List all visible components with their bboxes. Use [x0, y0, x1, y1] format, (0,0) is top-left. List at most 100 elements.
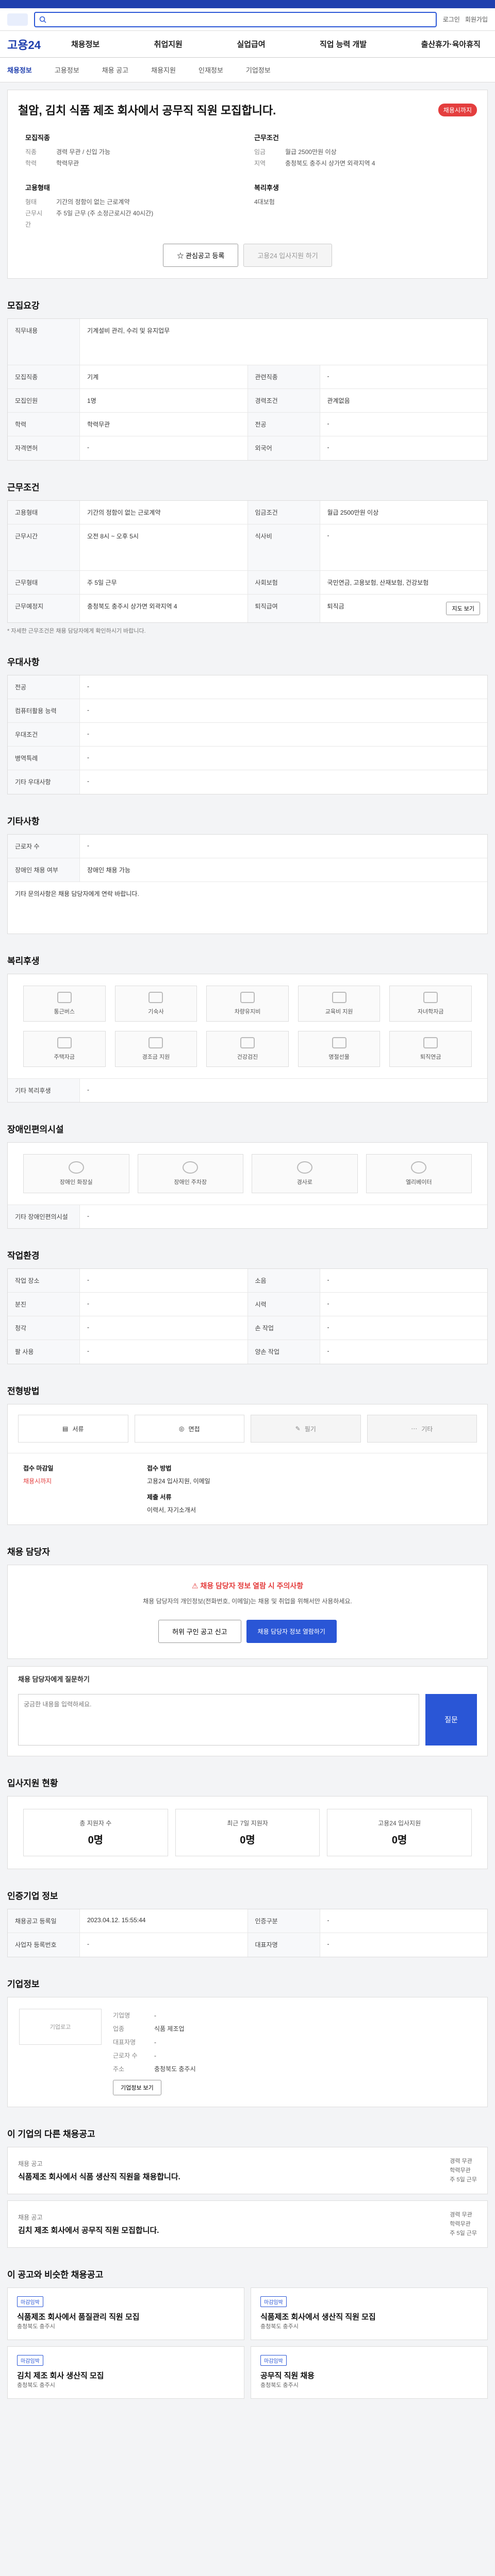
table-header: 기타 복리후생	[8, 1079, 80, 1102]
table-cell: -	[80, 1293, 248, 1316]
gnb-item[interactable]: 취업지원	[154, 39, 183, 49]
gnb-item[interactable]: 직업 능력 개발	[320, 39, 367, 49]
table-header: 학력	[8, 413, 80, 436]
search-icon[interactable]	[39, 16, 46, 23]
recommend-card[interactable]: 마감임박 식품제조 회사에서 품질관리 직원 모집 충청북도 충주시	[7, 2287, 244, 2340]
table-cell: -	[327, 444, 329, 451]
view-contact-button[interactable]: 채용 담당자 정보 열람하기	[246, 1620, 337, 1643]
qa-submit-button[interactable]: 질문	[425, 1694, 477, 1745]
section-title: 입사지원 현황	[7, 1778, 58, 1788]
benefit-label: 차량유지비	[234, 1009, 261, 1015]
related-card[interactable]: 채용 공고 김치 제조 회사에서 공무직 직원 모집합니다. 경력 무관 학력무관 주…	[7, 2200, 488, 2248]
table-header: 근무예정지	[8, 595, 80, 622]
gnb-menu: 채용정보 취업지원 실업급여 직업 능력 개발 출산휴가·육아휴직	[64, 39, 488, 49]
conditions-note: * 자세한 근무조건은 채용 담당자에게 확인하시기 바랍니다.	[7, 628, 146, 634]
bus-icon	[57, 992, 72, 1003]
other-table: 근로자 수- 장애인 채용 여부 장애인 채용 가능 기타 문의사항은 채용 담당…	[7, 834, 488, 934]
recommend-card[interactable]: 마감임박 식품제조 회사에서 생산직 직원 모집 충청북도 충주시	[251, 2287, 488, 2340]
star-icon: ☆	[177, 252, 186, 260]
report-button[interactable]: 허위 구인 공고 신고	[158, 1620, 241, 1643]
company-info-button[interactable]: 기업정보 보기	[113, 2080, 161, 2095]
section-title: 작업환경	[7, 1251, 40, 1261]
recommend-card[interactable]: 마감임박 김치 제조 회사 생산직 모집 충청북도 충주시	[7, 2346, 244, 2399]
table-header: 퇴직급여	[248, 595, 320, 622]
company-key: 대표자명	[113, 2039, 136, 2046]
summary-value: 학력무관	[56, 160, 79, 167]
subnav-item[interactable]: 고용정보	[55, 65, 79, 75]
brand-name[interactable]: 고용24	[7, 36, 64, 53]
gnb-item[interactable]: 채용정보	[71, 39, 100, 49]
subnav-item[interactable]: 채용지원	[151, 65, 176, 75]
table-header: 채용공고 등록일	[8, 1909, 80, 1933]
table-header: 시력	[248, 1293, 320, 1316]
table-header: 청각	[8, 1316, 80, 1340]
benefit-label: 기숙사	[148, 1009, 164, 1015]
table-header: 모집직종	[8, 365, 80, 388]
interview-icon: ◎	[178, 1425, 185, 1432]
summary-key: 직종	[25, 148, 37, 156]
stat-item: 고용24 입사지원 0명	[327, 1809, 472, 1856]
login-link[interactable]: 로그인	[443, 15, 460, 24]
content-wrap: 철암, 김치 식품 제조 회사에서 공무직 직원 모집합니다. 채용시까지 모집…	[0, 90, 495, 2430]
search-box[interactable]	[34, 11, 437, 27]
document-icon: ▤	[62, 1425, 69, 1432]
table-header: 식사비	[248, 524, 320, 570]
gnb-item[interactable]: 실업급여	[237, 39, 265, 49]
table-cell: -	[327, 1276, 329, 1283]
company-value: 충청북도 충주시	[154, 2065, 196, 2073]
summary-block: 근무조건 임금 월급 2500만원 이상 지역 충청북도 충주시 상가면 외곽지역 …	[254, 132, 470, 169]
table-cell: -	[327, 1347, 329, 1354]
table-cell: 기계	[80, 365, 248, 388]
preference-table: 전공 - 컴퓨터활용 능력 - 우대조건 - 병역특례 - 기타 우대사항 -	[7, 675, 488, 794]
table-cell: -	[80, 1269, 248, 1292]
pension-icon	[423, 1037, 438, 1048]
car-icon	[240, 992, 255, 1003]
subnav-item[interactable]: 인재정보	[199, 65, 223, 75]
disability-box: 장애인 화장실 장애인 주차장 경사로 엘리베이터 기타 장애인편의시설 -	[7, 1142, 488, 1229]
table-cell: -	[87, 754, 89, 761]
top-strip	[0, 0, 495, 8]
search-input[interactable]	[51, 15, 432, 23]
subnav-item[interactable]: 채용정보	[7, 65, 32, 75]
stat-value: 0명	[391, 1835, 407, 1846]
related-card[interactable]: 채용 공고 식품제조 회사에서 식품 생산직 직원을 채용합니다. 경력 무관 학력…	[7, 2147, 488, 2194]
facility-label: 경사로	[296, 1179, 312, 1185]
recommend-card[interactable]: 마감임박 공무직 직원 채용 충청북도 충주시	[251, 2346, 488, 2399]
company-box: 기업로고 기업명 - 업종 식품 제조업 대표자명 - 근로자 수 - 주소 충청북도 충…	[7, 1997, 488, 2107]
section-title: 채용 담당자	[7, 1547, 50, 1557]
table-cell: -	[87, 706, 89, 714]
warning-title: 채용 담당자 정보 열람 시 주의사항	[200, 1582, 304, 1590]
benefit-item: 건강검진	[206, 1031, 289, 1067]
table-header: 양손 작업	[248, 1340, 320, 1364]
recruit-table: 직무내용 기계설비 관리, 수리 및 유지업무 모집직종 기계 관련직종 - 모집인원 1…	[7, 318, 488, 461]
table-cell: 퇴직금 지도 보기	[320, 595, 488, 622]
interest-button[interactable]: ☆ 관심공고 등록	[163, 244, 239, 267]
logo[interactable]	[7, 13, 28, 26]
table-cell: -	[327, 420, 329, 427]
table-header: 인증구분	[248, 1909, 320, 1933]
subnav-item[interactable]: 채용 공고	[102, 65, 128, 75]
company-key: 기업명	[113, 2012, 130, 2019]
qa-textarea[interactable]	[18, 1694, 419, 1745]
summary-grid: 모집직종 직종 경력 무관 / 신입 가능 학력 학력무관 근무조건 임금 월급 25…	[18, 132, 477, 230]
table-header: 고용형태	[8, 501, 80, 524]
apply-button[interactable]: 고용24 입사지원 하기	[243, 244, 332, 267]
summary-value: 주 5일 근무 (주 소정근로시간 40시간)	[56, 210, 154, 217]
subnav-item[interactable]: 기업정보	[246, 65, 271, 75]
signup-link[interactable]: 회원가입	[465, 15, 488, 24]
summary-value: 월급 2500만원 이상	[285, 148, 337, 156]
map-button[interactable]: 지도 보기	[446, 602, 480, 615]
table-cell: -	[87, 1086, 89, 1093]
benefit-label: 교육비 지원	[325, 1009, 353, 1015]
table-cell: -	[327, 372, 329, 380]
contact-warning: ⚠ 채용 담당자 정보 열람 시 주의사항 채용 담당자의 개인정보(전화번호,…	[7, 1565, 488, 1659]
related-title: 식품제조 회사에서 식품 생산직 직원을 채용합니다.	[18, 2173, 180, 2181]
health-icon	[240, 1037, 255, 1048]
gnb-item[interactable]: 출산휴가·육아휴직	[421, 39, 481, 49]
company-value: 식품 제조업	[154, 2025, 185, 2032]
period-value: 채용시까지	[23, 1478, 52, 1485]
table-header: 근무시간	[8, 524, 80, 570]
footer-space	[7, 2399, 488, 2430]
table-cell: -	[87, 1212, 89, 1219]
table-header: 분진	[8, 1293, 80, 1316]
